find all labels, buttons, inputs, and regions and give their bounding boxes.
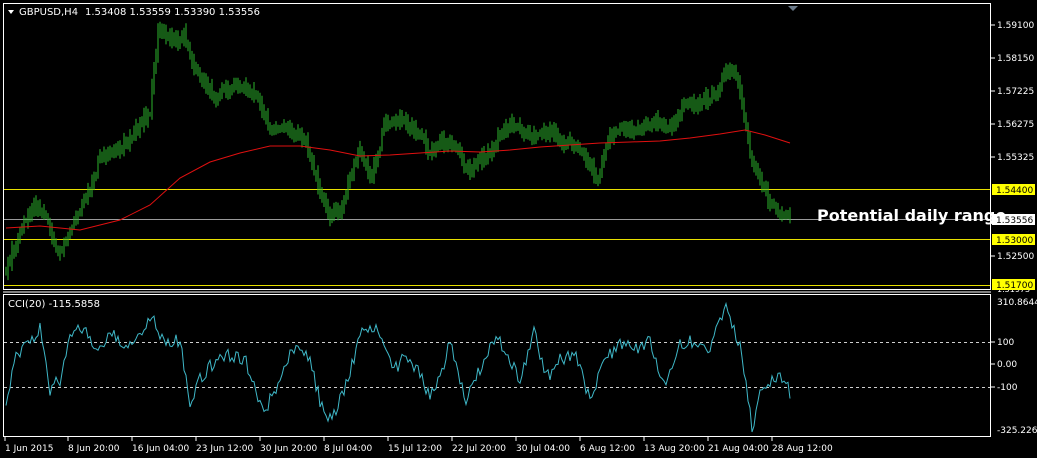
price-candles (5, 21, 791, 281)
cci-scale: 310.8644 100 0.00 -100 -325.2268 (991, 298, 1037, 436)
time-axis: 1 Jun 2015 8 Jun 20:00 16 Jun 04:00 23 J… (4, 437, 833, 454)
trading-chart[interactable]: GBPUSD,H4 1.53408 1.53559 1.53390 1.5355… (0, 0, 1037, 458)
time-tick: 13 Aug 20:00 (644, 444, 705, 454)
price-tick: 1.59100 (997, 21, 1034, 31)
time-tick: 23 Jun 12:00 (196, 444, 253, 454)
scroll-shift-icon[interactable] (788, 6, 798, 11)
time-tick: 30 Jun 20:00 (260, 444, 317, 454)
chart-ohlc-values: 1.53408 1.53559 1.53390 1.53556 (85, 7, 260, 18)
time-tick: 30 Jul 04:00 (516, 444, 570, 454)
price-tick: 1.52500 (997, 252, 1034, 262)
chart-menu-icon[interactable] (8, 10, 14, 14)
time-tick: 16 Jun 04:00 (132, 444, 189, 454)
time-tick: 6 Aug 12:00 (580, 444, 635, 454)
range-annotation: Potential daily range (817, 206, 1006, 225)
cci-tick: 0.00 (997, 360, 1017, 370)
cci-tick: -325.2268 (997, 426, 1037, 436)
lower-price-tag-text: 1.53000 (996, 236, 1033, 246)
chart-symbol-label: GBPUSD,H4 (19, 7, 78, 18)
time-tick: 28 Aug 12:00 (772, 444, 833, 454)
time-tick: 15 Jul 12:00 (388, 444, 442, 454)
price-tick: 1.55325 (997, 153, 1034, 163)
cci-tick: 100 (997, 338, 1014, 348)
time-tick: 1 Jun 2015 (5, 444, 53, 454)
price-tick: 1.56275 (997, 120, 1034, 130)
upper-price-tag-text: 1.54400 (996, 186, 1033, 196)
cci-tick: 310.8644 (997, 298, 1037, 308)
price-tick: 1.58150 (997, 54, 1034, 64)
time-tick: 8 Jul 04:00 (324, 444, 373, 454)
current-price-tag-text: 1.53556 (996, 216, 1033, 226)
bottom-price-tag-text: 1.51700 (996, 281, 1033, 291)
price-chart-frame (3, 3, 991, 290)
cci-tick: -100 (997, 383, 1018, 393)
indicator-frame (3, 294, 991, 437)
cci-label: CCI(20) -115.5858 (8, 299, 100, 310)
price-scale: 1.59100 1.58150 1.57225 1.56275 1.55325 … (991, 21, 1034, 294)
time-tick: 22 Jul 20:00 (452, 444, 506, 454)
price-tick: 1.57225 (997, 87, 1034, 97)
time-tick: 8 Jun 20:00 (68, 444, 120, 454)
cci-line (5, 301, 791, 433)
time-tick: 21 Aug 04:00 (708, 444, 769, 454)
